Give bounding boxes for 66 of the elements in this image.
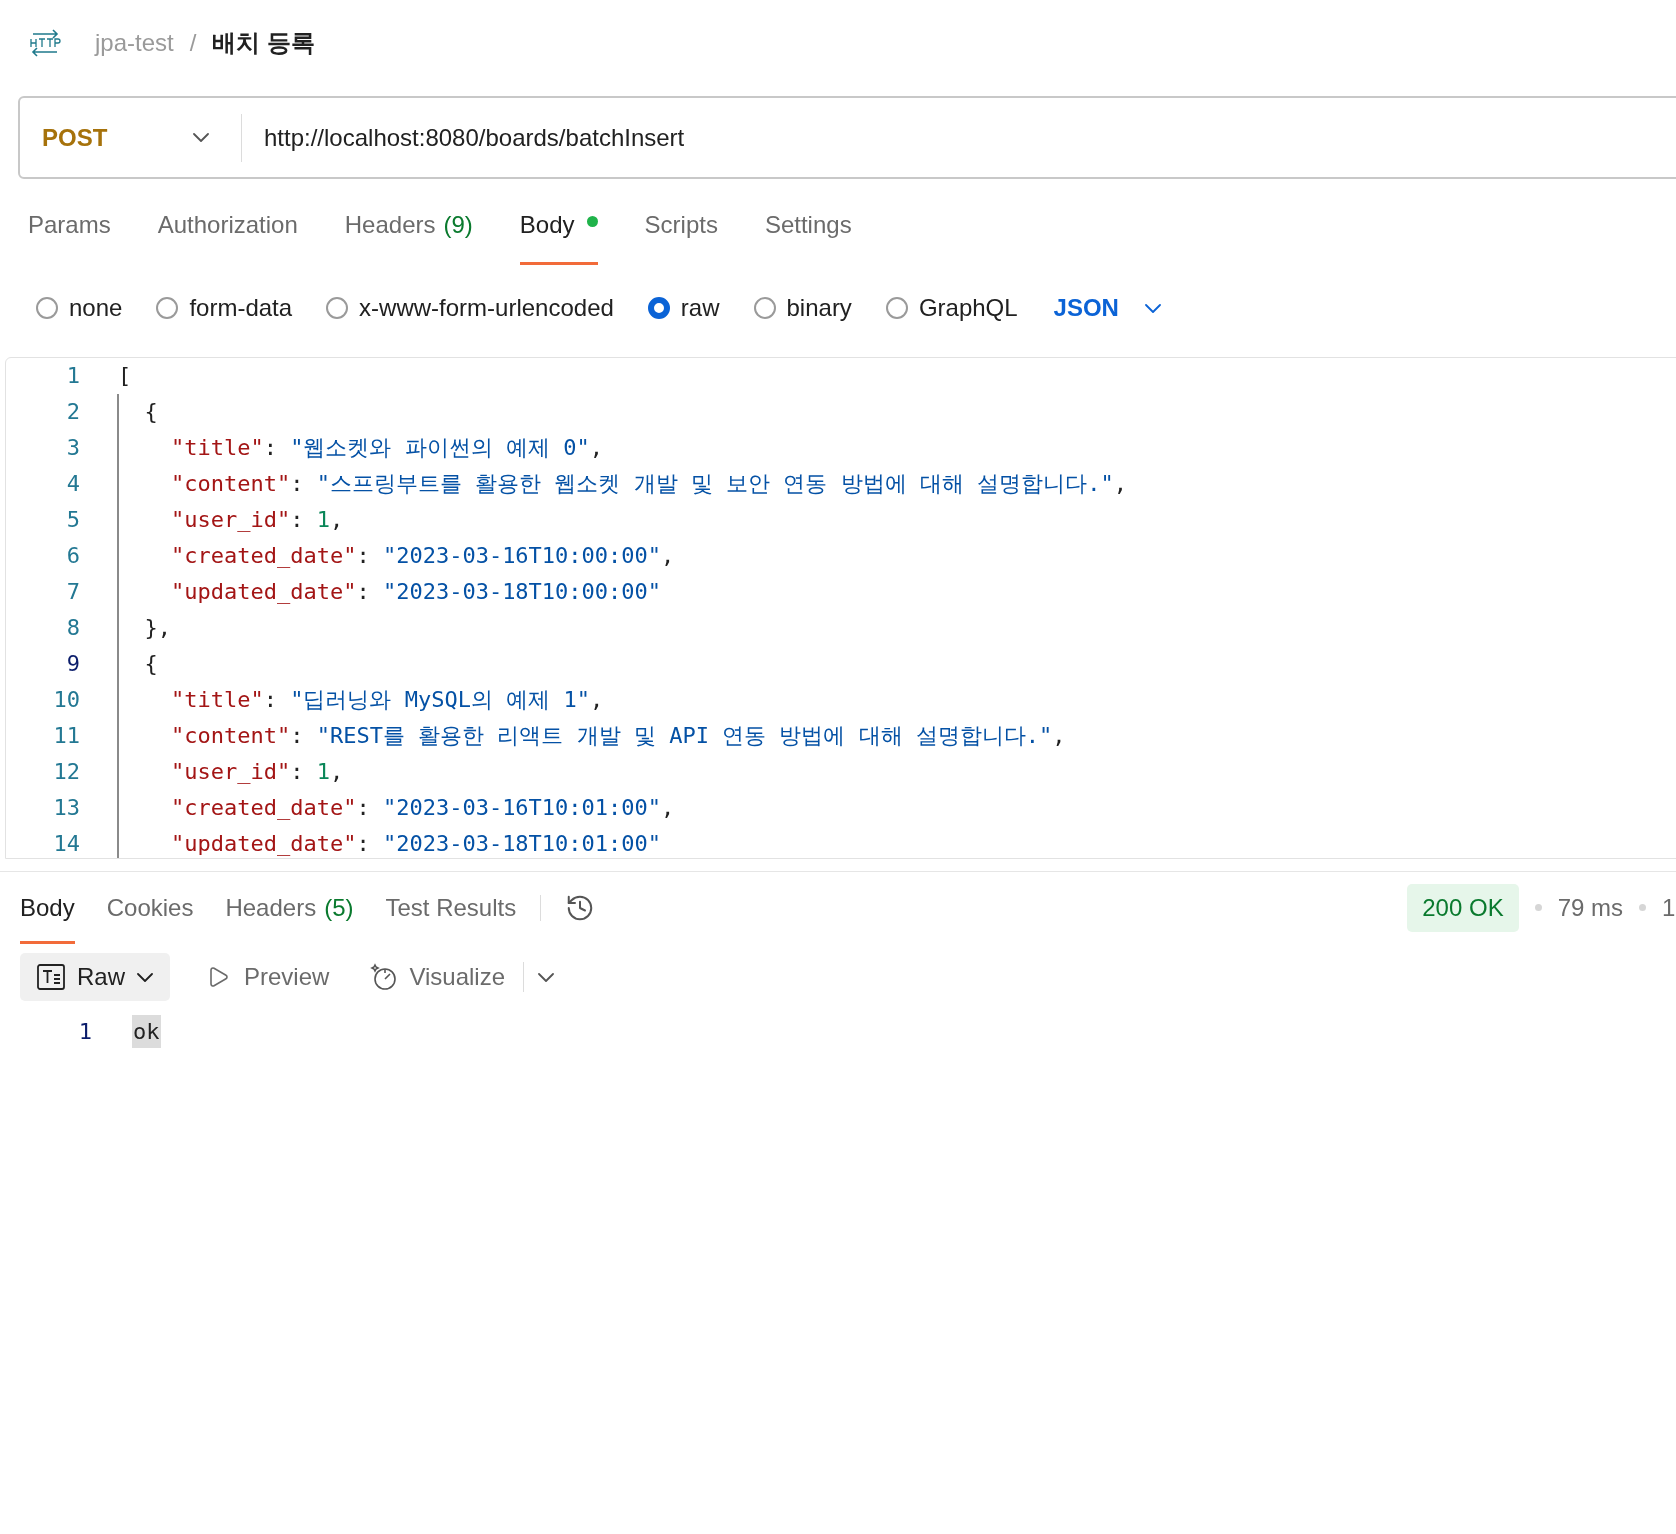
request-tab[interactable]: Params <box>28 207 111 265</box>
line-number: 12 <box>53 758 80 786</box>
line-number: 9 <box>66 650 80 678</box>
code-editor[interactable] <box>5 357 1676 859</box>
response-tab[interactable]: Headers (5) <box>225 871 354 944</box>
body-type-radio[interactable]: form-data <box>156 290 293 326</box>
status-badge: 200 OK <box>1407 883 1519 932</box>
request-tab[interactable]: Settings <box>764 207 852 265</box>
line-number: 2 <box>66 398 80 426</box>
response-tab[interactable]: Test Results <box>385 871 517 944</box>
url-bar[interactable]: POST http://localhost:8080/boards/batchInsert <box>18 96 1676 179</box>
response-size: 1 <box>1662 892 1676 923</box>
line-number: 8 <box>66 614 80 642</box>
line-number: 7 <box>66 578 80 606</box>
line-number: 14 <box>53 830 80 858</box>
code-line: }, <box>143 614 171 642</box>
url-field[interactable]: http://localhost:8080/boards/batchInsert <box>264 119 1676 156</box>
breadcrumb-separator: / <box>189 28 197 58</box>
code-line: "title": "딥러닝와 MySQL의 예제 1", <box>169 686 604 714</box>
preview-button[interactable]: Preview <box>206 959 330 995</box>
request-tab[interactable]: Authorization <box>157 207 298 265</box>
request-tab[interactable]: Body <box>519 207 598 265</box>
response-text: ok <box>132 1014 161 1048</box>
body-type-radio[interactable]: x-www-form-urlencoded <box>326 290 614 326</box>
line-number: 4 <box>66 470 80 498</box>
chevron-down-icon <box>137 972 153 982</box>
line-number: 6 <box>66 542 80 570</box>
line-number: 3 <box>66 434 80 462</box>
code-line: "updated_date": "2023-03-18T10:01:00" <box>169 830 662 858</box>
response-tab[interactable]: Body <box>20 871 75 944</box>
line-number: 5 <box>66 506 80 534</box>
code-line: { <box>143 650 158 678</box>
code-line: { <box>143 398 158 426</box>
chevron-down-icon <box>1144 303 1161 313</box>
response-time: 79 ms <box>1557 892 1623 923</box>
collection-name[interactable]: jpa-test <box>95 25 174 61</box>
body-type-radio[interactable]: GraphQL <box>885 290 1018 326</box>
format-dropdown[interactable]: JSON <box>1053 290 1161 326</box>
line-number: 10 <box>53 686 80 714</box>
body-type-radio[interactable]: binary <box>753 290 852 326</box>
method-dropdown[interactable]: POST <box>20 113 242 162</box>
text-format-icon <box>37 964 65 990</box>
code-line: "user_id": 1, <box>169 506 344 534</box>
request-tab[interactable]: Scripts <box>644 207 718 265</box>
request-tab[interactable]: Headers (9) <box>344 207 473 265</box>
code-line: "created_date": "2023-03-16T10:01:00", <box>169 794 675 822</box>
line-number: 13 <box>53 794 80 822</box>
chevron-down-icon[interactable] <box>538 972 554 982</box>
raw-dropdown[interactable]: Raw <box>20 953 170 1001</box>
code-line: "created_date": "2023-03-16T10:00:00", <box>169 542 675 570</box>
http-icon <box>27 28 63 58</box>
code-line: [ <box>118 362 132 390</box>
code-line: "updated_date": "2023-03-18T10:00:00" <box>169 578 662 606</box>
body-type-radio[interactable]: none <box>36 290 123 326</box>
visualize-button[interactable]: Visualize <box>369 959 505 995</box>
line-number: 1 <box>66 362 80 390</box>
chevron-down-icon <box>193 133 209 142</box>
response-tab[interactable]: Cookies <box>106 871 194 944</box>
line-number: 1 <box>77 1017 92 1046</box>
code-line: "title": "웹소켓와 파이썬의 예제 0", <box>169 434 603 462</box>
body-type-radio[interactable]: raw <box>647 290 720 326</box>
code-line: "user_id": 1, <box>169 758 344 786</box>
code-line: "content": "스프링부트를 활용한 웹소켓 개발 및 보안 연동 방법에 대해 설명합니다.", <box>169 470 1127 498</box>
code-line: "content": "REST를 활용한 리액트 개발 및 API 연동 방법에 대해 설명합니다.", <box>169 722 1066 750</box>
line-number: 11 <box>53 722 80 750</box>
request-name: 배치 등록 <box>212 28 316 58</box>
